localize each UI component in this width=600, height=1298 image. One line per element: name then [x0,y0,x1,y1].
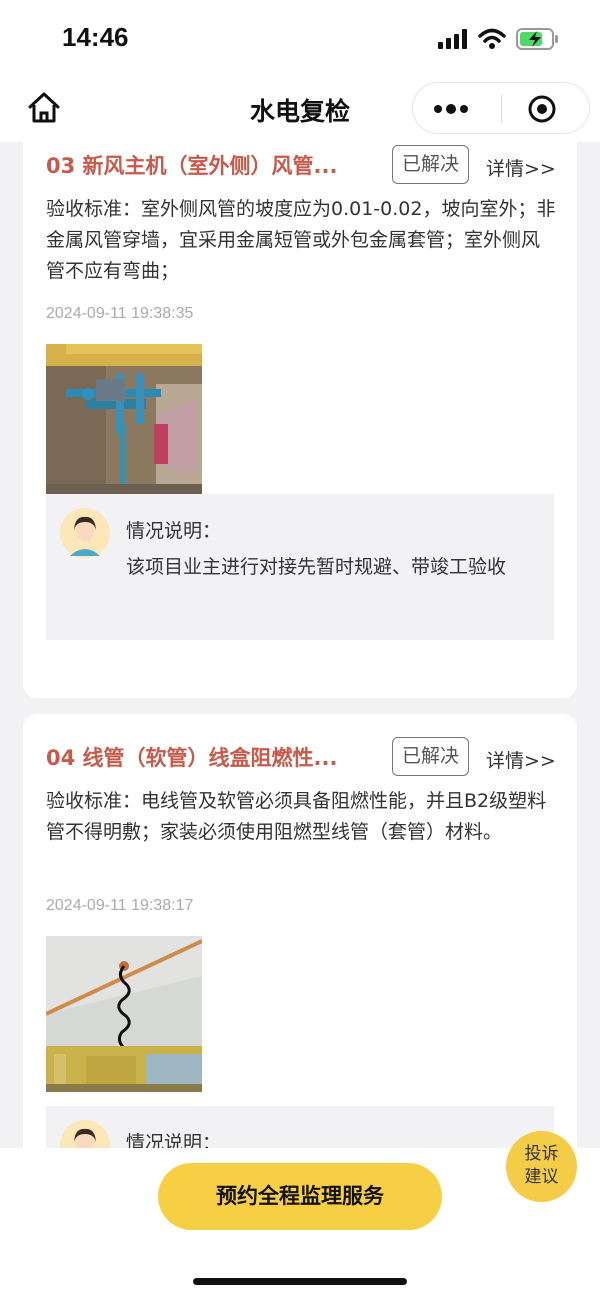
fab-line-2: 建议 [524,1167,559,1187]
details-link[interactable]: 详情>> [486,154,556,181]
situation-note: 情况说明： 该项目业主进行对接先暂时规避、带竣工验收 [46,494,554,640]
details-link[interactable]: 详情>> [486,746,556,773]
fab-line-1: 投诉 [524,1144,559,1164]
status-badge: 已解决 [392,737,469,776]
capsule-divider [501,95,502,123]
issue-timestamp: 2024-09-11 19:38:35 [46,305,194,322]
battery-charging-icon [516,28,558,50]
issue-timestamp: 2024-09-11 19:38:17 [46,897,194,914]
status-time: 14:46 [62,22,129,52]
avatar [60,1120,110,1148]
acceptance-standard: 验收标准：室外侧风管的坡度应为0.01-0.02，坡向室外；非金属风管穿墙，宜采… [46,198,556,282]
avatar [60,508,110,558]
issue-photo[interactable] [46,344,202,500]
wifi-icon [478,28,506,49]
status-icons [438,28,560,50]
note-label: 情况说明： [126,520,222,542]
conduit-photo [46,936,202,1092]
status-badge: 已解决 [392,145,469,184]
ductwork-photo [46,344,202,500]
acceptance-standard: 验收标准：电线管及软管必须具备阻燃性能，并且B2级塑料管不得明敷；家装必须使用阻… [46,790,547,843]
issue-photo[interactable] [46,936,202,1092]
situation-note: 情况说明： [46,1106,554,1148]
issue-card: 04 线管（软管）线盒阻燃性... 已解决 详情>> 验收标准：电线管及软管必须… [23,714,577,1148]
more-icon[interactable] [433,99,469,119]
issue-title: 03 新风主机（室外侧）风管... [46,154,338,178]
issue-title: 04 线管（软管）线盒阻燃性... [46,746,338,770]
issue-card: 03 新风主机（室外侧）风管... 已解决 详情>> 验收标准：室外侧风管的坡度… [23,142,577,698]
issue-list[interactable]: 03 新风主机（室外侧）风管... 已解决 详情>> 验收标准：室外侧风管的坡度… [0,142,600,1148]
nav-bar: 水电复检 [0,80,600,142]
note-text: 该项目业主进行对接先暂时规避、带竣工验收 [126,556,507,578]
miniprogram-capsule [412,82,590,134]
complaint-feedback-button[interactable]: 投诉 建议 [506,1131,577,1202]
book-supervision-button[interactable]: 预约全程监理服务 [158,1163,442,1230]
home-indicator [193,1278,407,1285]
close-miniprogram-icon[interactable] [527,94,557,124]
signal-icon [438,29,467,49]
note-label: 情况说明： [126,1132,222,1148]
status-bar: 14:46 [0,0,600,80]
